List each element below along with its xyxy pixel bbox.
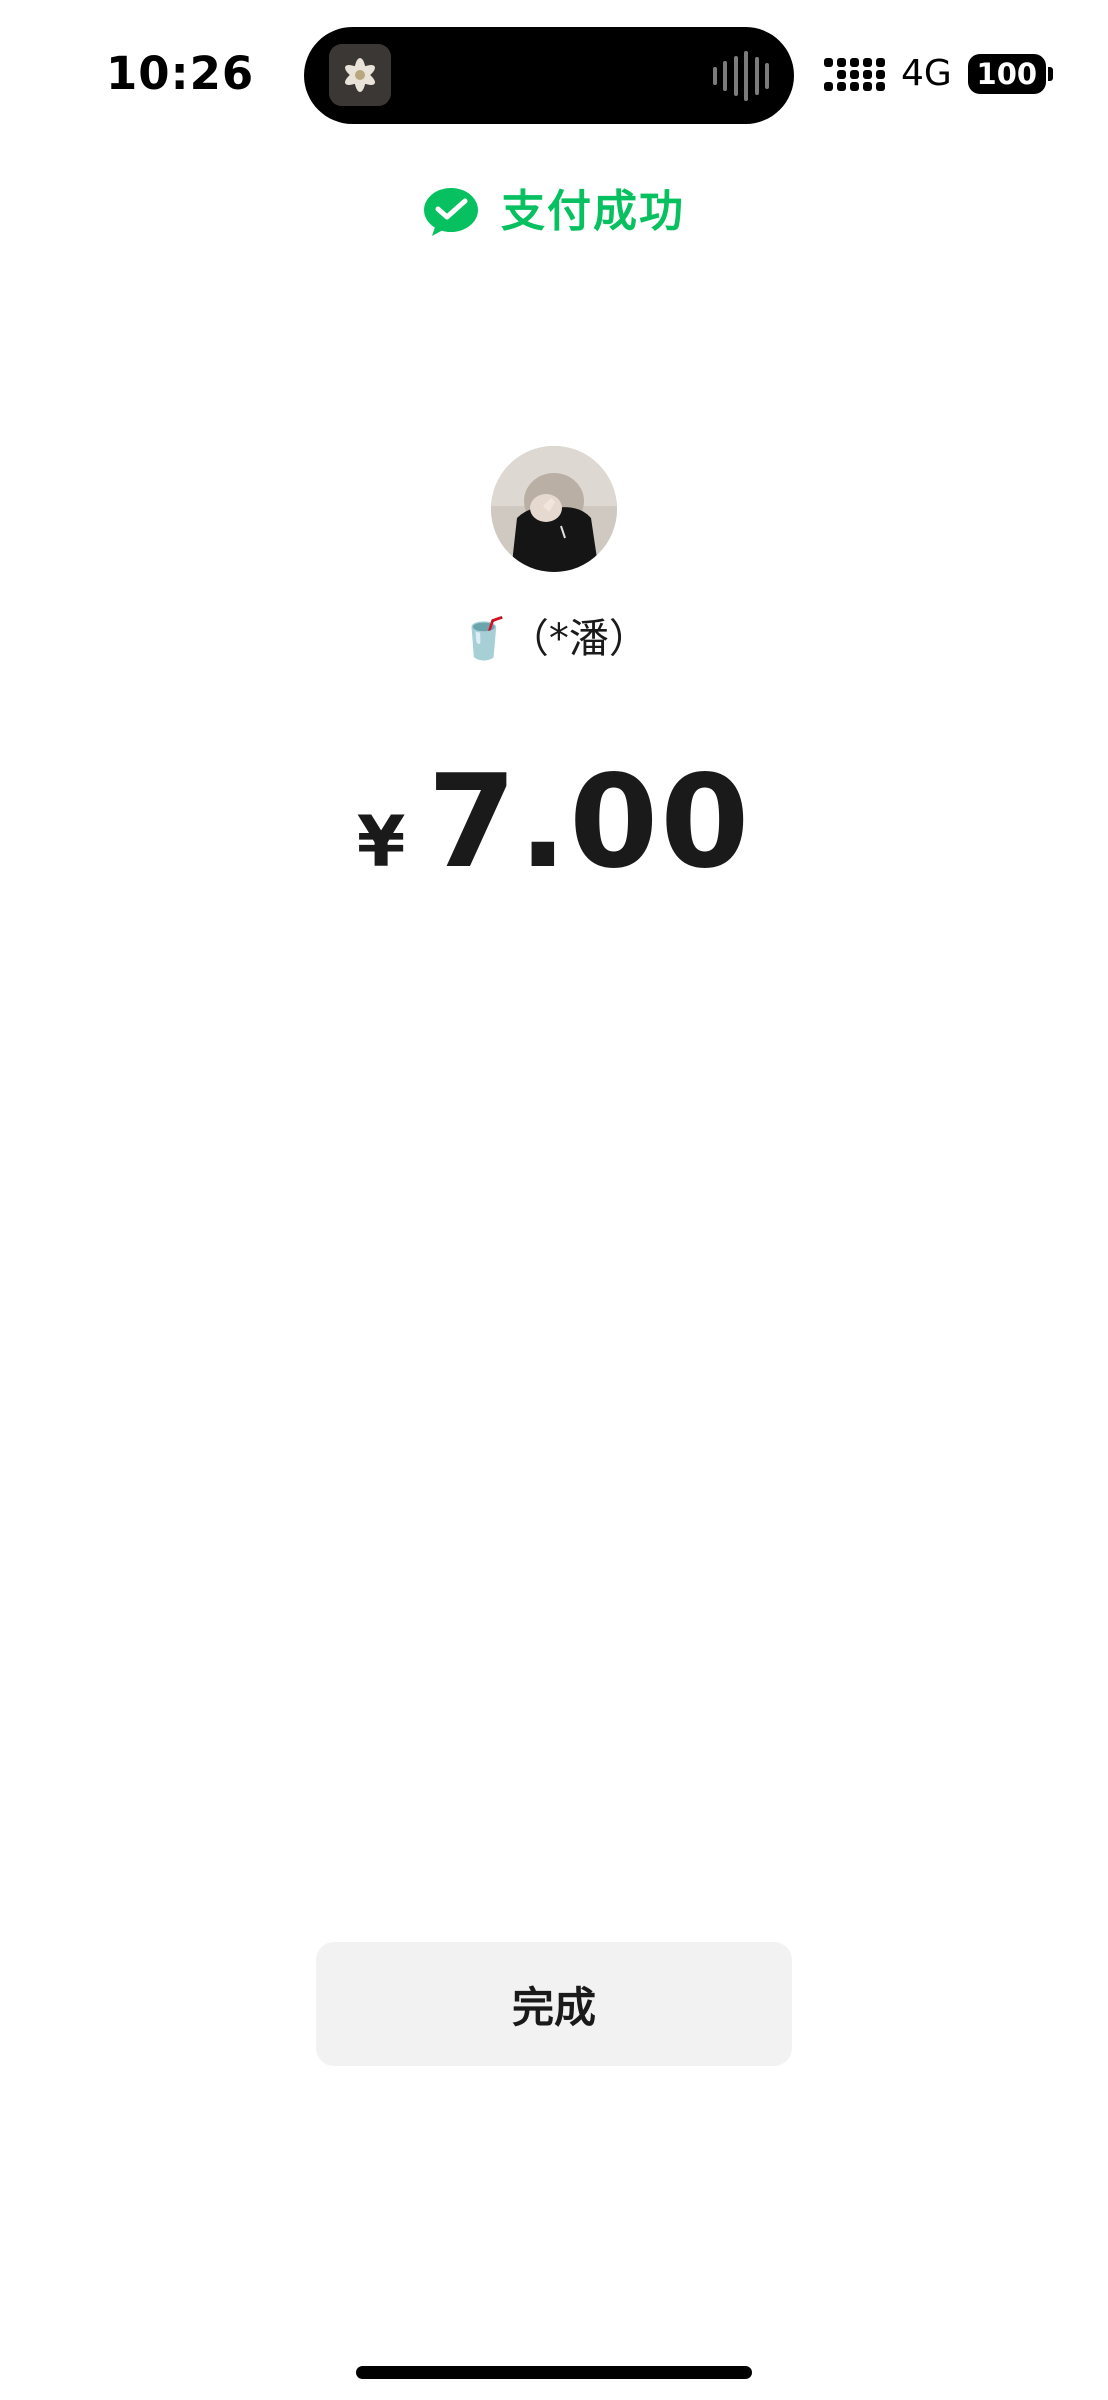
music-app-icon[interactable] (329, 44, 391, 106)
currency-symbol: ¥ (356, 801, 406, 883)
done-button[interactable]: 完成 (316, 1942, 792, 2066)
status-time: 10:26 (106, 47, 255, 100)
success-header: 支付成功 (0, 182, 1108, 242)
wechat-pay-icon (424, 188, 478, 236)
status-indicators: 4G 100 (824, 52, 1053, 96)
battery-icon: 100 (967, 54, 1053, 94)
success-title: 支付成功 (501, 186, 685, 237)
payment-amount: ¥ 7.00 (0, 748, 1108, 897)
payee-name: 🥤（*潘） (459, 616, 649, 662)
battery-level: 100 (976, 57, 1038, 91)
network-type: 4G (901, 53, 952, 94)
cellular-signal-icon (824, 57, 885, 91)
home-indicator[interactable] (356, 2366, 752, 2379)
dynamic-island[interactable] (304, 27, 794, 124)
payment-success-screen: 10:26 4G 100 支付成功 🥤（*潘） ¥ 7.00 完成 (0, 0, 1108, 2400)
amount-value: 7.00 (427, 748, 752, 897)
payee-avatar (491, 446, 617, 572)
audio-waveform-icon (713, 49, 769, 103)
